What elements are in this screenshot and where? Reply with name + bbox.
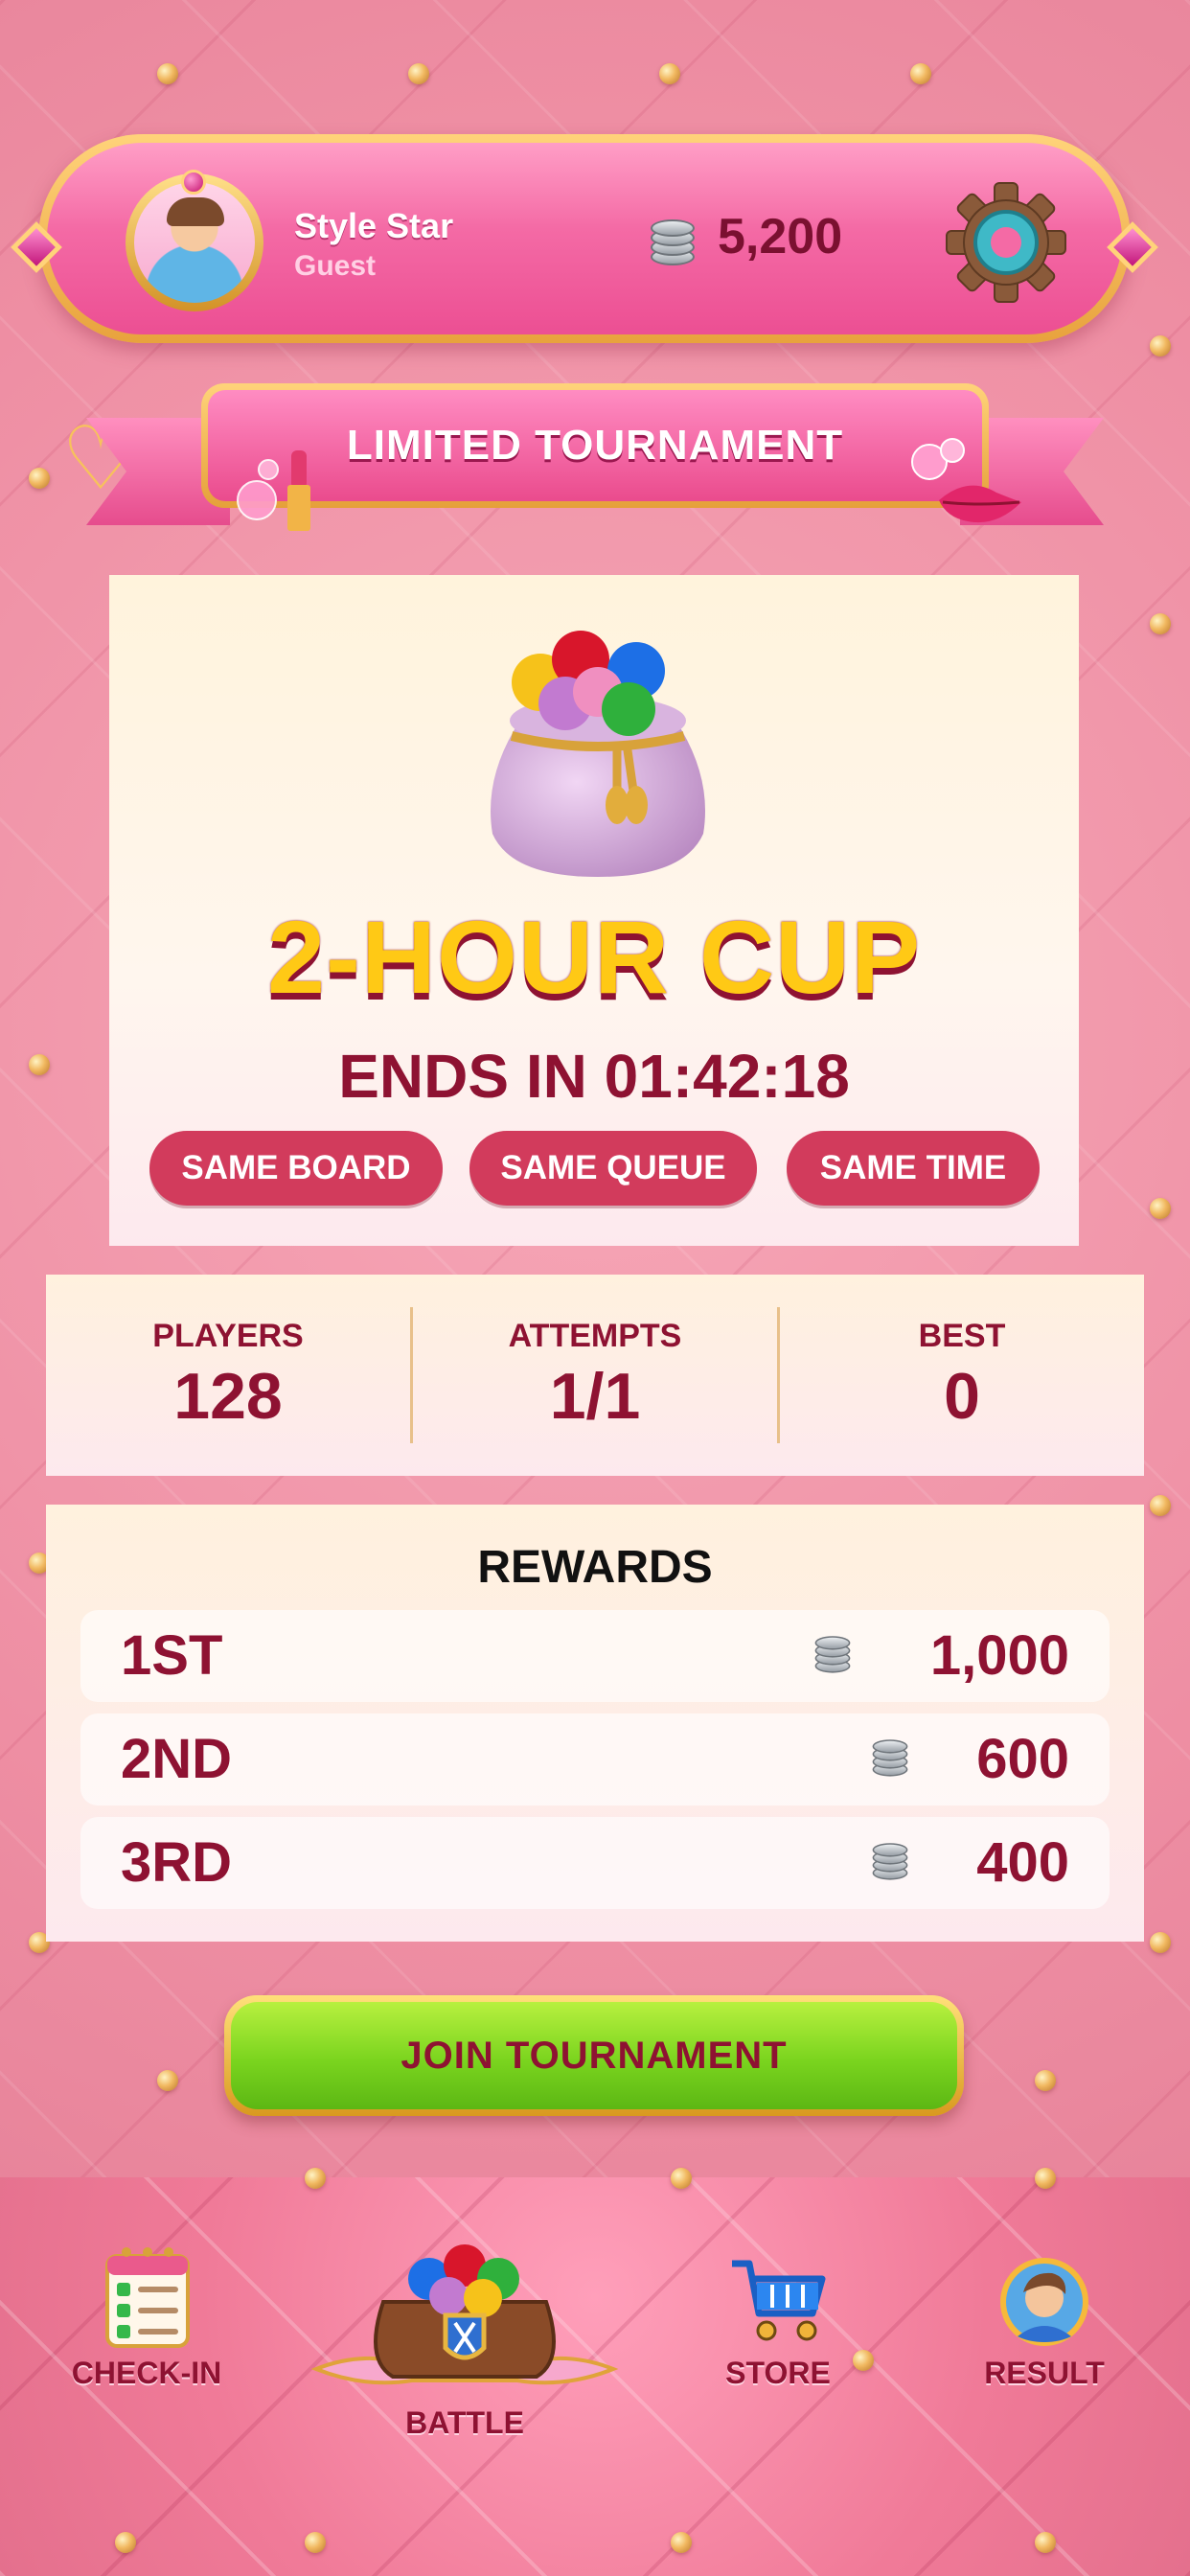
join-tournament-button[interactable]: JOIN TOURNAMENT xyxy=(224,1995,964,2116)
lipstick-icon xyxy=(237,450,310,531)
tag-same-board: SAME BOARD xyxy=(149,1131,443,1206)
gumball-bag-icon xyxy=(491,631,705,877)
tournament-stats: PLAYERS 128 ATTEMPTS 1/1 BEST 0 xyxy=(46,1275,1144,1476)
nav-label: STORE xyxy=(725,2356,831,2390)
stat-attempts: ATTEMPTS 1/1 xyxy=(413,1275,777,1476)
reward-rank: 1ST xyxy=(121,1624,223,1687)
rewards-title: REWARDS xyxy=(477,1542,713,1593)
banner-title: LIMITED TOURNAMENT xyxy=(346,422,844,469)
avatar-gem-icon xyxy=(181,170,206,195)
player-name: Style Star xyxy=(294,206,454,245)
stat-best: BEST 0 xyxy=(780,1275,1144,1476)
left-gem-icon xyxy=(11,221,62,273)
avatar-result-icon xyxy=(1000,2258,1088,2346)
checklist-icon xyxy=(105,2247,190,2348)
stat-players: PLAYERS 128 xyxy=(46,1275,410,1476)
nav-battle[interactable]: BATTLE xyxy=(307,2216,623,2446)
bottom-navigation: CHECK-IN BATTLE STORE RESULT xyxy=(0,2168,1190,2576)
profile-header: Style Star Guest 5,200 xyxy=(11,134,1158,343)
reward-row-3rd: 3RD 400 xyxy=(80,1817,1110,1909)
silver-coin-stack-icon xyxy=(872,1739,908,1780)
countdown-timer: ENDS IN 01:42:18 xyxy=(338,1042,850,1111)
reward-amount: 1,000 xyxy=(929,1624,1069,1687)
nav-result[interactable]: RESULT xyxy=(958,2254,1131,2398)
stat-value: 128 xyxy=(173,1359,283,1433)
reward-rank: 2ND xyxy=(121,1728,233,1790)
right-gem-icon xyxy=(1107,221,1158,273)
boy-avatar-icon xyxy=(134,182,255,303)
stat-label: ATTEMPTS xyxy=(508,1317,682,1354)
gear-icon[interactable] xyxy=(943,179,1069,306)
lips-icon xyxy=(911,438,1021,523)
silver-coin-stack-icon xyxy=(814,1636,851,1676)
nav-check-in[interactable]: CHECK-IN xyxy=(48,2244,245,2390)
stat-label: BEST xyxy=(918,1317,1006,1354)
tournament-banner: ♡ LIMITED TOURNAMENT xyxy=(57,383,1133,537)
stat-label: PLAYERS xyxy=(152,1317,304,1354)
player-status: Guest xyxy=(294,250,377,282)
stat-value: 0 xyxy=(944,1359,980,1433)
tournament-card: 2-HOUR CUP ENDS IN 01:42:18 SAME BOARD S… xyxy=(109,575,1079,1246)
rule-tags: SAME BOARD SAME QUEUE SAME TIME xyxy=(149,1131,1041,1208)
nav-label: RESULT xyxy=(984,2356,1105,2390)
reward-row-1st: 1ST 1,000 xyxy=(80,1610,1110,1702)
tag-same-queue: SAME QUEUE xyxy=(469,1131,757,1206)
battle-bag-icon xyxy=(310,2244,619,2385)
join-tournament-label: JOIN TOURNAMENT xyxy=(400,2034,788,2077)
coin-balance: 5,200 xyxy=(718,209,843,264)
stat-value: 1/1 xyxy=(549,1359,641,1433)
tournament-title: 2-HOUR CUP xyxy=(266,899,922,1015)
reward-rank: 3RD xyxy=(121,1831,233,1894)
reward-amount: 600 xyxy=(976,1728,1069,1790)
reward-amount: 400 xyxy=(976,1831,1069,1894)
nav-label: CHECK-IN xyxy=(71,2356,222,2390)
shopping-cart-icon xyxy=(732,2260,826,2341)
silver-coin-stack-icon xyxy=(872,1843,908,1883)
rewards-panel: REWARDS 1ST 1,000 2ND 600 3RD 400 xyxy=(46,1505,1144,1942)
nav-store[interactable]: STORE xyxy=(692,2254,864,2398)
reward-row-2nd: 2ND 600 xyxy=(80,1714,1110,1806)
silver-coin-stack-icon xyxy=(651,219,695,269)
tag-same-time: SAME TIME xyxy=(787,1131,1040,1206)
nav-label: BATTLE xyxy=(405,2405,524,2440)
